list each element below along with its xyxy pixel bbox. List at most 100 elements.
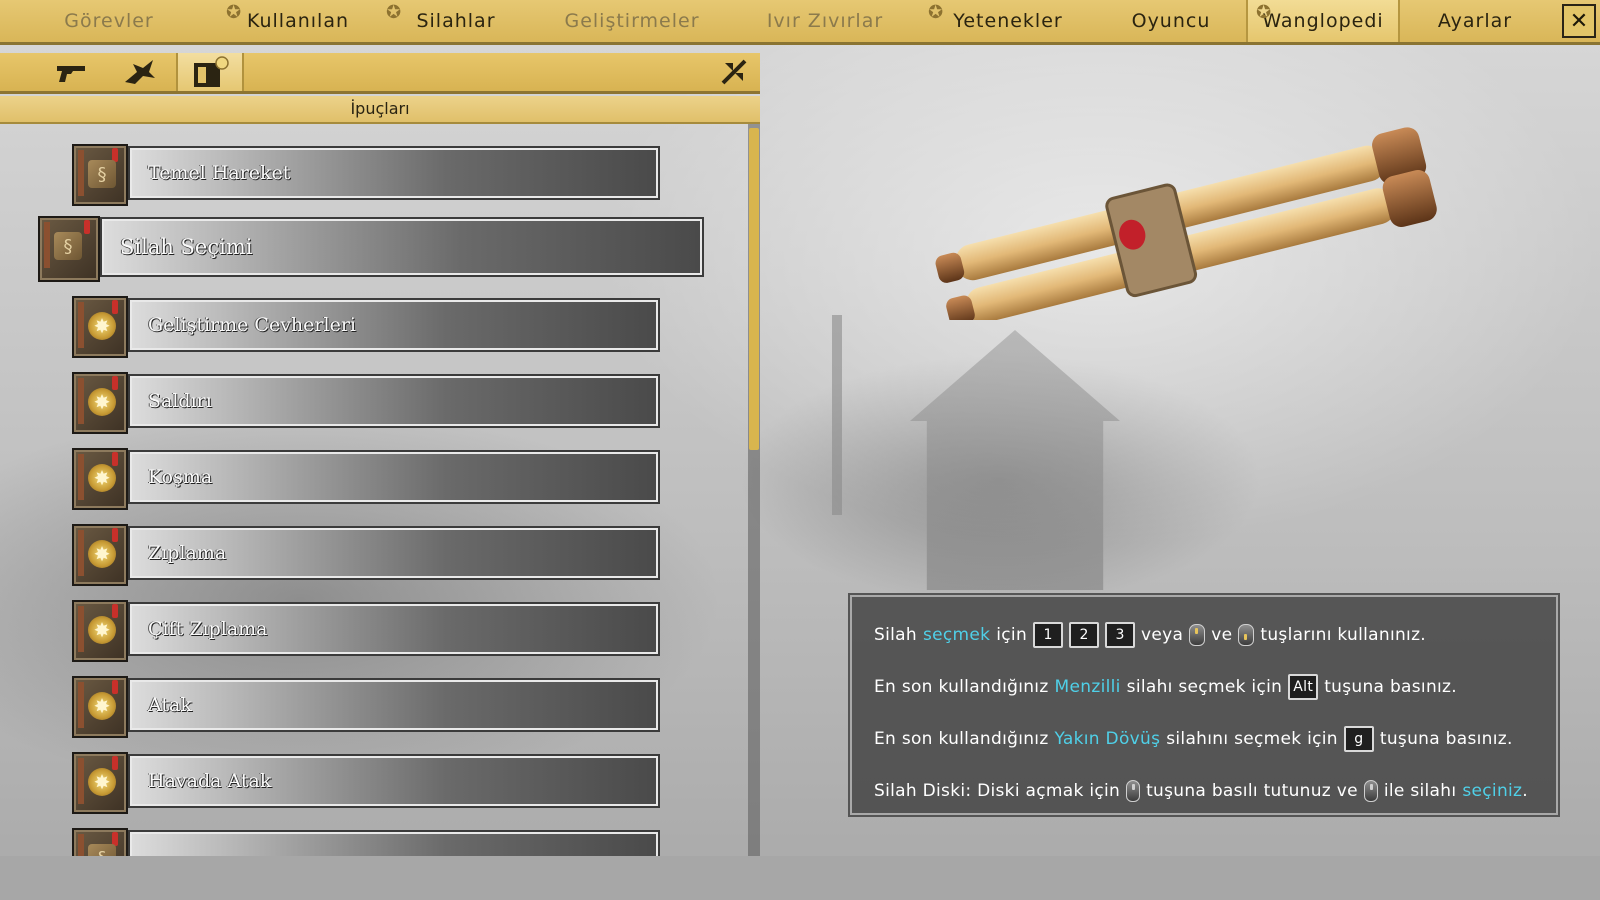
info-text: En son kullandığınız — [874, 729, 1049, 749]
info-text: Silah — [874, 625, 917, 645]
mouse-middle-button-icon — [1126, 780, 1141, 802]
info-line-3: En son kullandığınız Yakın Dövüş silahın… — [874, 713, 1534, 765]
section-title: İpuçları — [0, 96, 760, 124]
info-text: tuşuna basılı tutunuz ve — [1146, 781, 1358, 801]
info-text: ve — [1211, 625, 1233, 645]
tab-silahlar[interactable]: ✪ Silahlar — [378, 0, 534, 42]
category-creatures[interactable] — [112, 53, 168, 91]
list-item-bar: Çift Zıplama — [128, 602, 660, 656]
key-g: g — [1343, 726, 1374, 752]
list-item-bar: Geliştirme Cevherleri — [128, 298, 660, 352]
creature-icon — [125, 60, 155, 84]
tip-book-icon: § — [72, 144, 128, 206]
new-badge-icon: ✪ — [226, 2, 243, 23]
tab-label: Ayarlar — [1437, 10, 1513, 32]
key-alt: Alt — [1288, 674, 1319, 700]
list-item-bar: Temel Hareket — [128, 146, 660, 200]
top-navigation: Görevler ✪ Kullanılan ✪ Silahlar Geliştirm… — [0, 0, 1600, 45]
list-item-bar: Silah Seçimi — [100, 217, 704, 277]
list-item-label: Geliştirme Cevherleri — [148, 314, 356, 336]
info-text: En son kullandığınız — [874, 677, 1049, 697]
tab-label: Geliştirmeler — [564, 10, 700, 32]
list-item-bar: Atak — [128, 678, 660, 732]
tab-kullanilan[interactable]: ✪ Kullanılan — [218, 0, 378, 42]
pistol-icon — [57, 66, 85, 82]
scroll-illustration-icon — [935, 127, 1437, 320]
info-line-1: Silah seçmek için 1 2 3 veya ve tuşların… — [874, 609, 1534, 661]
tip-book-icon: § — [38, 216, 100, 282]
new-badge-icon: ✪ — [1256, 2, 1273, 23]
tips-list: § Temel Hareket § Silah Seçimi ✸ Gelişti… — [0, 124, 748, 856]
scrollbar-thumb[interactable] — [749, 128, 759, 450]
tab-label: Kullanılan — [246, 10, 350, 32]
tip-description-panel: Silah seçmek için 1 2 3 veya ve tuşların… — [848, 593, 1560, 817]
category-tips[interactable] — [176, 53, 244, 91]
info-highlight: Menzilli — [1054, 677, 1121, 697]
list-item-bar: Havada Atak — [128, 754, 660, 808]
list-item-bar: Saldırı — [128, 374, 660, 428]
tip-book-icon: ✸ — [72, 448, 128, 510]
info-line-4: Silah Diski: Diski açmak için tuşuna bas… — [874, 765, 1534, 817]
list-item-label: Silah Seçimi — [120, 235, 253, 259]
list-item-label: Koşma — [148, 466, 213, 488]
tab-label: Oyuncu — [1131, 10, 1211, 32]
tab-label: Yetenekler — [953, 10, 1063, 32]
info-text: . — [1522, 781, 1528, 801]
tab-wanglopedi[interactable]: ✪ Wanglopedi — [1246, 0, 1400, 42]
tab-label: Görevler — [64, 10, 154, 32]
mouse-wheel-down-icon — [1238, 624, 1255, 646]
list-item-label: Çift Zıplama — [148, 618, 268, 640]
close-button[interactable]: ✕ — [1562, 4, 1596, 38]
info-text: veya — [1141, 625, 1184, 645]
key-2: 2 — [1069, 622, 1100, 648]
tip-book-icon: § — [72, 828, 128, 856]
info-highlight: seçmek — [922, 625, 991, 645]
list-item-label: Zıplama — [148, 542, 227, 564]
mouse-icon — [1363, 780, 1378, 802]
list-scrollbar[interactable] — [748, 124, 760, 856]
info-text: silahını seçmek için — [1166, 729, 1338, 749]
new-badge-icon: ✪ — [386, 2, 403, 23]
info-line-2: En son kullandığınız Menzilli silahı seç… — [874, 661, 1534, 713]
info-text: silahı seçmek için — [1126, 677, 1283, 697]
tip-book-icon: ✸ — [72, 296, 128, 358]
tab-ivir-zivirlar[interactable]: Ivır Zıvırlar — [730, 0, 920, 42]
info-text: tuşuna basınız. — [1379, 729, 1513, 749]
list-item-bar: Zıplama — [128, 526, 660, 580]
key-3: 3 — [1105, 622, 1136, 648]
mouse-wheel-up-icon — [1189, 624, 1206, 646]
info-text: tuşuna basınız. — [1324, 677, 1457, 697]
toggle-button[interactable] — [714, 53, 754, 91]
close-icon: ✕ — [1569, 8, 1589, 34]
list-item-label: Saldırı — [148, 390, 212, 412]
tab-ayarlar[interactable]: Ayarlar — [1400, 0, 1550, 42]
tab-label: Wanglopedi — [1262, 10, 1384, 32]
tab-yetenekler[interactable]: ✪ Yetenekler — [920, 0, 1096, 42]
tab-gorevler[interactable]: Görevler — [0, 0, 218, 42]
tab-oyuncu[interactable]: Oyuncu — [1096, 0, 1246, 42]
tab-label: Ivır Zıvırlar — [766, 10, 884, 32]
list-item-label: Temel Hareket — [148, 162, 291, 184]
key-1: 1 — [1033, 622, 1064, 648]
bottom-band — [0, 856, 1600, 900]
tip-book-icon: ✸ — [72, 524, 128, 586]
background-post — [832, 315, 842, 515]
info-highlight: seçiniz — [1462, 781, 1523, 801]
tab-label: Silahlar — [416, 10, 496, 32]
tip-book-icon: ✸ — [72, 676, 128, 738]
tip-book-icon: ✸ — [72, 372, 128, 434]
info-text: için — [996, 625, 1028, 645]
tab-gelistirmeler[interactable]: Geliştirmeler — [534, 0, 730, 42]
list-item-label: Atak — [148, 694, 192, 716]
tip-book-icon: ✸ — [72, 600, 128, 662]
list-item-bar — [128, 830, 660, 856]
book-icon — [194, 56, 229, 87]
list-item-label: Havada Atak — [148, 770, 272, 792]
category-weapons[interactable] — [44, 53, 100, 91]
slash-icon — [721, 59, 747, 85]
info-text: tuşlarını kullanınız. — [1260, 625, 1427, 645]
info-text: Silah Diski: Diski açmak için — [874, 781, 1121, 801]
info-highlight: Yakın Dövüş — [1054, 729, 1161, 749]
new-badge-icon: ✪ — [928, 2, 945, 23]
info-text: ile silahı — [1383, 781, 1457, 801]
